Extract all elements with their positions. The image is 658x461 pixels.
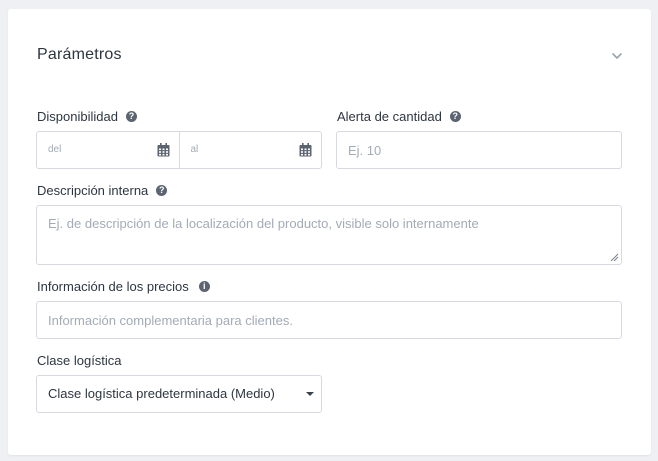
calendar-icon[interactable] [157, 143, 170, 157]
quantity-alert-label-text: Alerta de cantidad [337, 109, 442, 124]
price-info-placeholder: Información complementaria para clientes… [48, 313, 293, 328]
price-info-input[interactable]: Información complementaria para clientes… [36, 301, 622, 339]
resize-handle-icon[interactable] [610, 253, 619, 262]
availability-to-placeholder: al [190, 144, 199, 155]
logistics-class-select[interactable]: Clase logística predeterminada (Medio) [36, 375, 322, 413]
quantity-alert-label: Alerta de cantidad ? [337, 109, 461, 124]
question-circle-icon[interactable]: ? [156, 185, 168, 196]
caret-down-icon [306, 392, 314, 396]
availability-from-placeholder: del [48, 144, 62, 155]
internal-description-placeholder: Ej. de descripción de la localización de… [48, 216, 479, 231]
logistics-class-label-text: Clase logística [37, 353, 122, 368]
question-circle-icon[interactable]: ? [449, 111, 461, 122]
chevron-down-icon[interactable] [610, 49, 624, 63]
availability-date-range: del al [36, 131, 322, 169]
availability-label: Disponibilidad ? [37, 109, 137, 124]
price-info-label: Información de los precios i [37, 279, 210, 294]
internal-description-label: Descripción interna ? [37, 183, 168, 198]
availability-from-input[interactable]: del [37, 132, 179, 168]
calendar-icon[interactable] [299, 143, 312, 157]
logistics-class-selected: Clase logística predeterminada (Medio) [48, 386, 275, 401]
availability-label-text: Disponibilidad [37, 109, 118, 124]
availability-to-input[interactable]: al [178, 132, 322, 168]
section-title: Parámetros [37, 46, 122, 63]
price-info-label-text: Información de los precios [37, 279, 189, 294]
question-circle-icon[interactable]: ? [125, 111, 137, 122]
internal-description-label-text: Descripción interna [37, 183, 149, 198]
quantity-alert-input[interactable]: Ej. 10 [336, 131, 622, 169]
logistics-class-label: Clase logística [37, 353, 122, 368]
quantity-alert-placeholder: Ej. 10 [348, 143, 382, 158]
internal-description-textarea[interactable]: Ej. de descripción de la localización de… [36, 205, 622, 265]
parameters-card: Parámetros Disponibilidad ? del al Alert… [8, 9, 651, 455]
info-circle-icon[interactable]: i [198, 281, 210, 292]
